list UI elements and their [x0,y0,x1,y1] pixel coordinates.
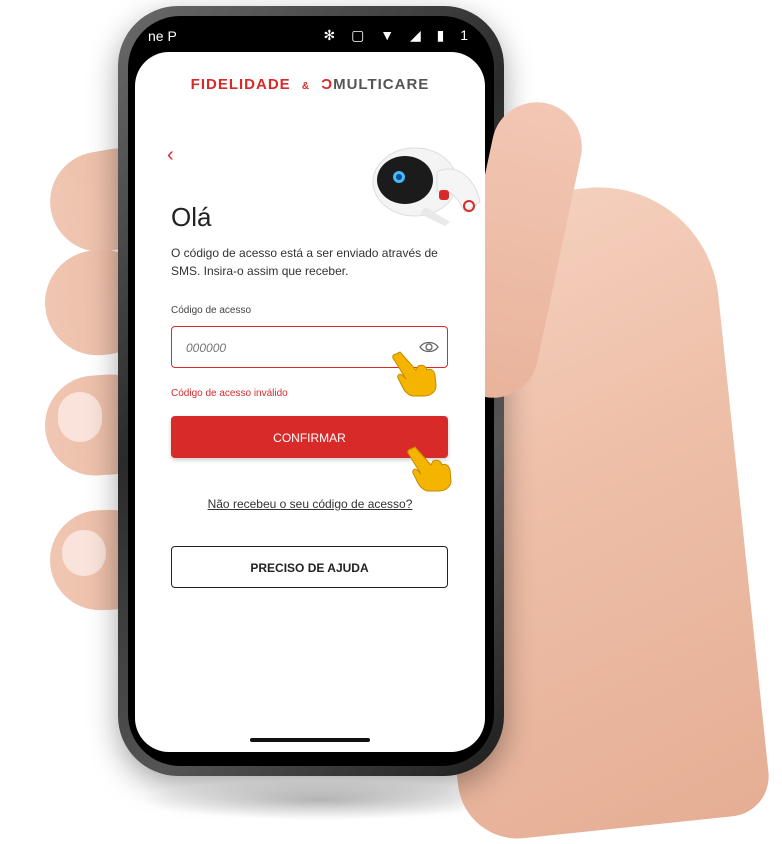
home-indicator [250,738,370,742]
brand-separator: & [301,81,311,92]
description-text: O código de acesso está a ser enviado at… [171,246,438,278]
brand-fidelidade: FIDELIDADE [190,76,291,93]
carrier-label: ne P [148,28,177,44]
back-chevron-icon[interactable]: ‹ [167,144,174,167]
page-title: Olá [171,202,212,232]
phone-shadow [140,780,500,820]
hand-pointer-icon [407,446,452,492]
resend-code-link[interactable]: Não recebeu o seu código de acesso? [135,497,485,511]
robot-dog-illustration [372,147,481,226]
help-button[interactable]: PRECISO DE AJUDA [171,546,448,588]
multicare-logo-icon: Ɔ [321,76,334,93]
error-message: Código de acesso inválido [171,388,288,399]
brand-multicare: MULTICARE [333,76,430,93]
status-icons: ✻ ▢ ▼ ◢ ▮ 1 [323,27,474,43]
brand-multicare-wrap: ƆMULTICARE [321,76,429,93]
fingernail [58,392,102,442]
app-screen: FIDELIDADE & ƆMULTICARE ‹ Olá O código d… [135,52,485,752]
brand-logo: FIDELIDADE & ƆMULTICARE [135,76,485,93]
code-field-label: Código de acesso [171,305,252,316]
hand-pointer-icon [392,351,437,397]
status-bar: ne P ✻ ▢ ▼ ◢ ▮ 1 [140,22,480,50]
fingernail [62,530,106,576]
code-input[interactable] [184,327,408,368]
